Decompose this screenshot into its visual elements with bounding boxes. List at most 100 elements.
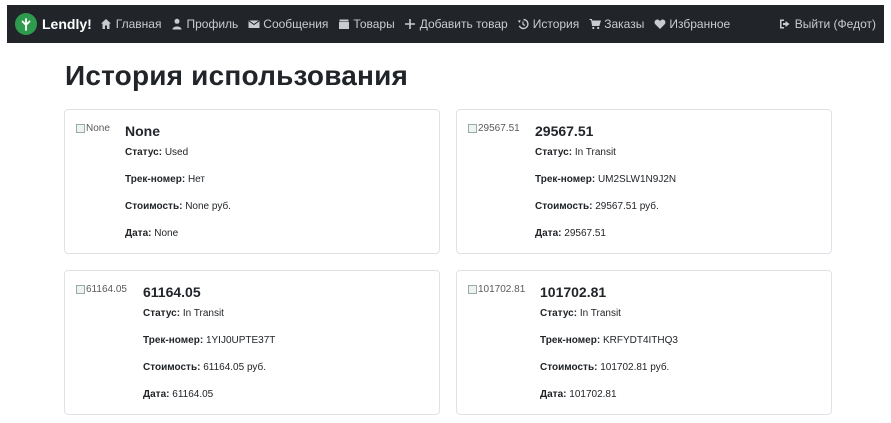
card-image-alt: 101702.81: [478, 284, 526, 295]
card-image: 101702.81: [468, 284, 525, 295]
tracking-value: UM2SLW1N9J2N: [597, 174, 677, 185]
nav-messages[interactable]: Сообщения: [247, 17, 328, 31]
status-label: Статус:: [143, 308, 181, 319]
date-label: Дата:: [535, 228, 562, 239]
tracking-value: KRFYDT4ITHQ3: [602, 335, 678, 346]
navbar: Lendly! Главная Профиль Сообщения Товары…: [7, 5, 884, 43]
tracking-label: Трек-номер:: [540, 335, 601, 346]
history-card: 29567.51 29567.51 Статус: In Transit Тре…: [456, 109, 832, 254]
plus-icon: [404, 18, 417, 30]
tracking-label: Трек-номер:: [535, 174, 596, 185]
card-tracking: Трек-номер: UM2SLW1N9J2N: [535, 174, 676, 185]
card-status: Статус: In Transit: [540, 308, 621, 319]
card-title: None: [125, 123, 160, 139]
cost-value: 61164.05 руб.: [203, 362, 267, 373]
card-cost: Стоимость: 101702.81 руб.: [540, 362, 669, 373]
nav-add-product-label: Добавить товар: [419, 17, 508, 31]
card-date: Дата: None: [125, 228, 178, 239]
card-cost: Стоимость: None руб.: [125, 201, 231, 212]
date-label: Дата:: [125, 228, 152, 239]
box-icon: [337, 18, 350, 30]
heart-icon: [653, 18, 666, 30]
status-label: Статус:: [540, 308, 578, 319]
card-date: Дата: 101702.81: [540, 389, 617, 400]
logout-link[interactable]: Выйти (Федот): [779, 17, 876, 31]
tracking-value: 1YIJ0UPTE37T: [205, 335, 276, 346]
date-label: Дата:: [143, 389, 170, 400]
nav-profile-label: Профиль: [186, 17, 239, 31]
cost-value: 101702.81 руб.: [600, 362, 670, 373]
cost-label: Стоимость:: [143, 362, 201, 373]
card-image: None: [76, 123, 110, 134]
card-image-alt: 29567.51: [478, 123, 520, 134]
cost-value: 29567.51 руб.: [595, 201, 659, 212]
status-value: Used: [164, 147, 189, 158]
date-value: 101702.81: [569, 389, 617, 400]
broken-image-icon: [76, 124, 85, 133]
card-date: Дата: 61164.05: [143, 389, 213, 400]
brand-name: Lendly!: [42, 16, 92, 32]
status-label: Статус:: [535, 147, 573, 158]
nav-history-label: История: [532, 17, 580, 31]
nav-profile[interactable]: Профиль: [170, 17, 238, 31]
user-icon: [170, 18, 183, 30]
nav-products[interactable]: Товары: [337, 17, 395, 31]
card-image-alt: 61164.05: [86, 284, 127, 295]
nav-home[interactable]: Главная: [100, 17, 162, 31]
nav-history[interactable]: История: [517, 17, 580, 31]
history-card: None None Статус: Used Трек-номер: Нет С…: [64, 109, 440, 254]
nav-orders-label: Заказы: [604, 17, 645, 31]
home-icon: [100, 18, 113, 30]
history-icon: [517, 18, 530, 30]
date-value: 61164.05: [172, 389, 214, 400]
card-cost: Стоимость: 61164.05 руб.: [143, 362, 266, 373]
page-title: История использования: [65, 60, 409, 91]
brand-link[interactable]: Lendly!: [15, 13, 92, 35]
card-status: Статус: In Transit: [535, 147, 616, 158]
nav-add-product[interactable]: Добавить товар: [404, 17, 508, 31]
logout-label: Выйти (Федот): [794, 17, 876, 31]
nav-home-label: Главная: [115, 17, 162, 31]
history-card: 101702.81 101702.81 Статус: In Transit Т…: [456, 270, 832, 415]
tracking-label: Трек-номер:: [125, 174, 186, 185]
history-card: 61164.05 61164.05 Статус: In Transit Тре…: [64, 270, 440, 415]
cost-label: Стоимость:: [535, 201, 593, 212]
cost-label: Стоимость:: [540, 362, 598, 373]
cost-value: None руб.: [185, 201, 231, 212]
broken-image-icon: [76, 285, 85, 294]
status-value: In Transit: [579, 308, 621, 319]
card-cost: Стоимость: 29567.51 руб.: [535, 201, 659, 212]
card-title: 101702.81: [540, 284, 607, 300]
card-title: 29567.51: [535, 123, 594, 139]
status-value: In Transit: [574, 147, 616, 158]
card-title: 61164.05: [143, 284, 201, 300]
envelope-icon: [247, 18, 260, 30]
nav-favorites[interactable]: Избранное: [653, 17, 730, 31]
status-value: In Transit: [182, 308, 224, 319]
cart-icon: [588, 18, 601, 30]
card-image: 29567.51: [468, 123, 520, 134]
date-value: None: [154, 228, 179, 239]
nav-orders[interactable]: Заказы: [588, 17, 644, 31]
cost-label: Стоимость:: [125, 201, 183, 212]
nav-favorites-label: Избранное: [669, 17, 731, 31]
card-image-alt: None: [86, 123, 110, 134]
card-image: 61164.05: [76, 284, 127, 295]
card-status: Статус: Used: [125, 147, 188, 158]
leaf-logo-icon: [15, 13, 37, 35]
nav-messages-label: Сообщения: [263, 17, 329, 31]
logout-icon: [779, 18, 792, 30]
status-label: Статус:: [125, 147, 163, 158]
tracking-value: Нет: [187, 174, 205, 185]
card-status: Статус: In Transit: [143, 308, 224, 319]
card-tracking: Трек-номер: KRFYDT4ITHQ3: [540, 335, 678, 346]
broken-image-icon: [468, 285, 477, 294]
card-tracking: Трек-номер: Нет: [125, 174, 205, 185]
nav-products-label: Товары: [353, 17, 395, 31]
date-label: Дата:: [540, 389, 567, 400]
card-date: Дата: 29567.51: [535, 228, 606, 239]
card-tracking: Трек-номер: 1YIJ0UPTE37T: [143, 335, 275, 346]
tracking-label: Трек-номер:: [143, 335, 204, 346]
date-value: 29567.51: [564, 228, 606, 239]
broken-image-icon: [468, 124, 477, 133]
